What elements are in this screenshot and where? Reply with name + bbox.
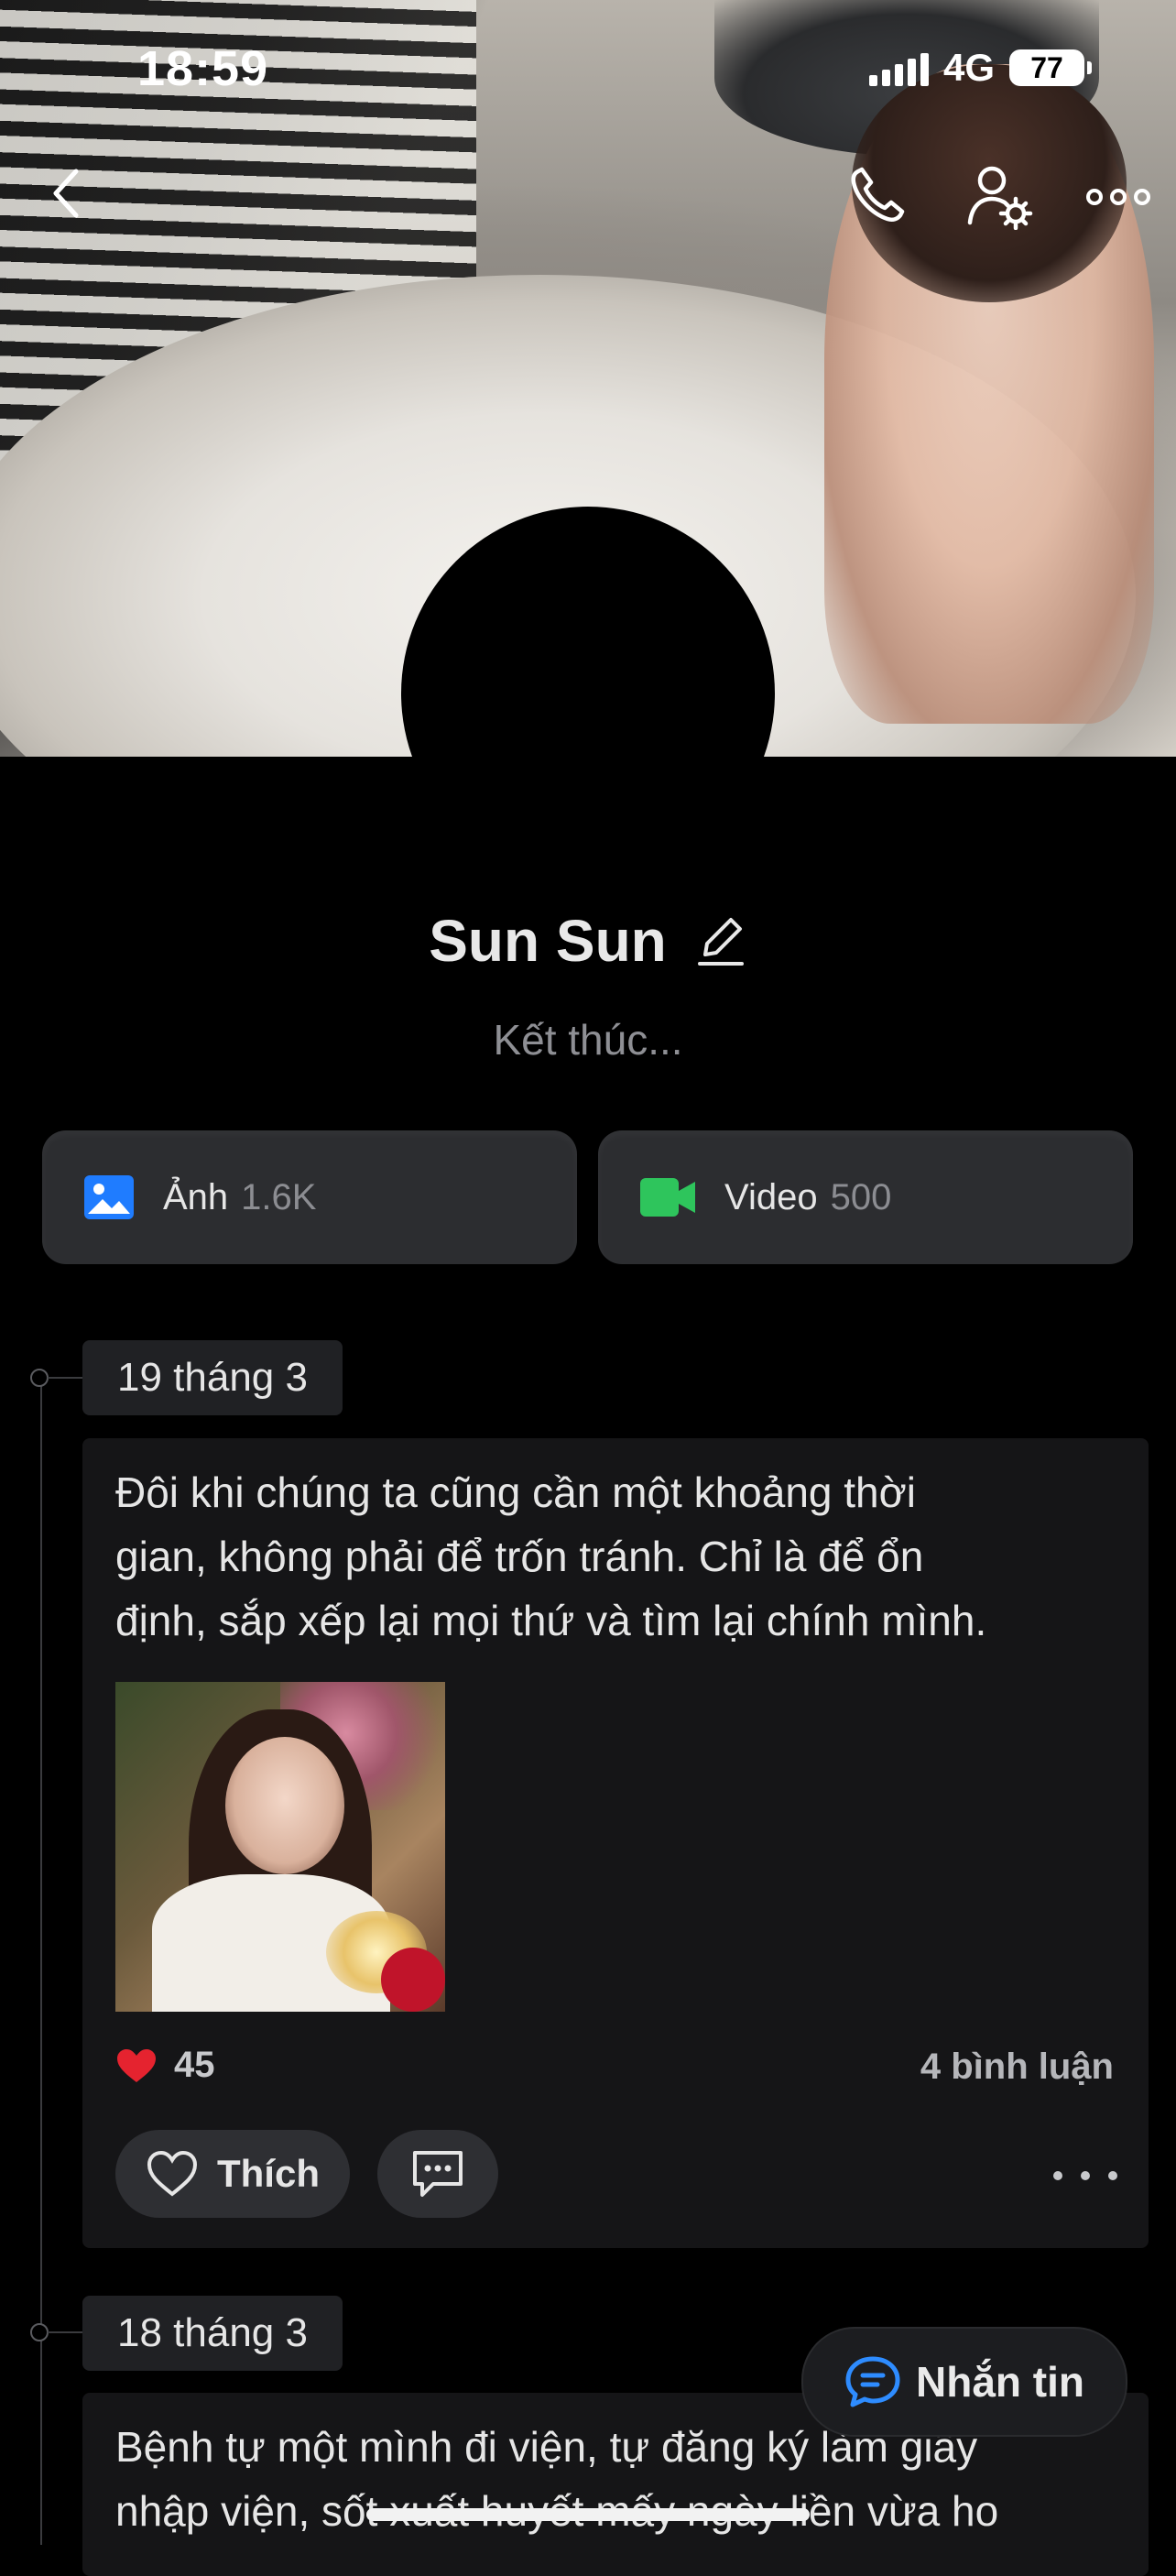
back-icon [53,169,79,218]
video-icon [640,1178,695,1217]
timeline-tick [48,1377,82,1379]
post-photo[interactable] [115,1682,445,2012]
post-text-line: định, sắp xếp lại mọi thứ và tìm lại chí… [115,1597,987,1644]
likes-summary[interactable]: 45 [115,2045,215,2086]
photos-count: 1.6K [241,1176,317,1217]
timeline-line [40,1374,42,2545]
status-time: 18:59 [137,41,269,96]
photos-label: Ảnh [163,1176,229,1217]
message-button[interactable]: Nhắn tin [801,2327,1127,2437]
post-more-button[interactable] [1053,2153,1117,2199]
likes-count: 45 [174,2045,215,2085]
timeline-tick [48,2331,82,2333]
more-icon [1086,189,1150,205]
heart-icon [117,2048,156,2082]
post-date: 19 tháng 3 [82,1340,343,1415]
like-button[interactable]: Thích [115,2130,350,2218]
post-text-line: gian, không phải để trốn tránh. Chỉ là đ… [115,1533,924,1580]
like-label: Thích [217,2152,320,2195]
friend-settings-button[interactable] [960,158,1042,235]
photo-icon [84,1175,134,1219]
dot [1081,2171,1090,2180]
videos-count: 500 [830,1176,892,1217]
network-type: 4G [942,46,995,89]
timeline-dot [30,2323,49,2341]
photo-rose [381,1948,445,2012]
profile-name: Sun Sun [429,908,667,974]
photo-face [225,1737,344,1874]
post-text: Đôi khi chúng ta cũng cần một khoảng thờ… [115,1460,1123,1653]
battery-level: 77 [1030,50,1063,84]
status-indicators: 4G 77 [868,46,1092,90]
comment-icon [413,2151,463,2197]
message-label: Nhắn tin [916,2358,1084,2406]
user-settings-icon [967,166,1033,230]
phone-icon [851,167,905,223]
signal-icon [868,49,929,86]
photos-button[interactable]: Ảnh 1.6K [42,1130,577,1264]
videos-button[interactable]: Video 500 [598,1130,1133,1264]
profile-name-row: Sun Sun [0,907,1176,975]
back-button[interactable] [35,161,99,225]
comments-count[interactable]: 4 bình luận [920,2047,1114,2088]
heart-outline-icon [147,2150,198,2197]
profile-bio[interactable]: Kết thúc... [0,1015,1176,1064]
home-indicator[interactable] [366,2508,810,2521]
avatar[interactable] [401,507,775,880]
timeline-dot [30,1369,49,1387]
post-date: 18 tháng 3 [82,2296,343,2371]
call-button[interactable] [839,158,916,235]
pencil-icon[interactable] [694,912,747,969]
post-text-line: Đôi khi chúng ta cũng cần một khoảng thờ… [115,1468,917,1516]
battery-icon: 77 [1009,49,1092,86]
dot [1108,2171,1117,2180]
more-button[interactable] [1077,165,1160,229]
comment-button[interactable] [377,2130,498,2218]
dot [1053,2171,1062,2180]
chat-icon [845,2356,900,2407]
videos-label: Video [724,1176,818,1217]
